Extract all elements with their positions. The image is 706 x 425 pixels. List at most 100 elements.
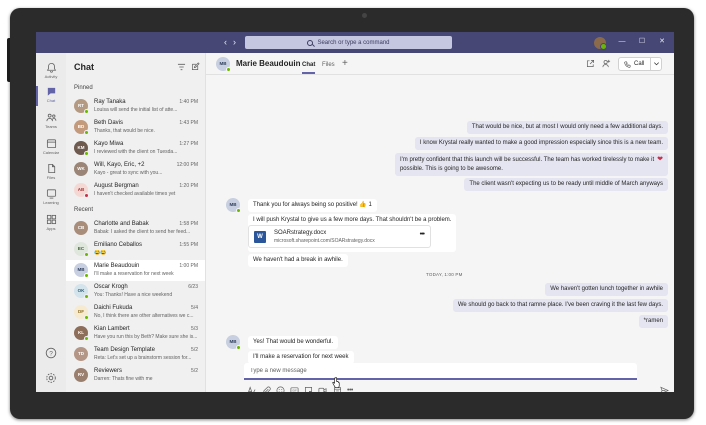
chat-item-marie-beaudouin[interactable]: MB Marie Beaudouin 1:00 PM I'll make a r… xyxy=(66,260,205,281)
message-mine: We should go back to that ramne place. I… xyxy=(452,299,668,312)
chat-item-name: Reviewers xyxy=(94,368,123,374)
sender-avatar: MB xyxy=(226,198,241,213)
new-chat-icon[interactable] xyxy=(191,62,200,71)
chat-item-daichi-fukuda[interactable]: DF Daichi Fukuda 5/4 No, I think there a… xyxy=(66,302,205,323)
back-arrow-icon[interactable]: ‹ xyxy=(224,36,227,48)
chat-item-time: 5/4 xyxy=(191,305,198,311)
chat-item-ray-tanaka[interactable]: RT Ray Tanaka 1:40 PM Louisa will send t… xyxy=(66,96,205,117)
rail-item-apps[interactable]: Apps xyxy=(36,211,66,237)
tab-chat[interactable]: Chat xyxy=(302,62,316,74)
avatar: EC xyxy=(74,242,89,257)
camera xyxy=(362,13,367,18)
avatar: WK xyxy=(74,162,88,176)
rail-label: Activity xyxy=(44,74,58,79)
phone-icon xyxy=(624,61,631,68)
chat-item-emiliano-ceballos[interactable]: EC Emiliano Ceballos 1:55 PM 😂😂 xyxy=(66,239,205,260)
rail-item-files[interactable]: Files xyxy=(36,160,66,186)
filter-icon[interactable] xyxy=(177,63,186,71)
chat-item-time: 1:40 PM xyxy=(179,99,198,105)
help-icon[interactable]: ? xyxy=(45,347,57,359)
chat-item-name: Ray Tanaka xyxy=(94,99,126,105)
minimize-icon[interactable]: — xyxy=(616,37,628,47)
chat-item-august-bergman[interactable]: AB August Bergman 1:20 PM I haven't chec… xyxy=(66,180,205,201)
chat-item-kian-lambert[interactable]: KL Kian Lambert 5/3 Have you run this by… xyxy=(66,323,205,344)
message-mine: That would be nice, but at most I would … xyxy=(466,121,668,134)
format-icon[interactable] xyxy=(247,386,256,392)
bell-icon xyxy=(46,62,56,73)
chat-item-time: 5/2 xyxy=(191,347,198,353)
rail-label: Teams xyxy=(45,124,57,129)
word-file-icon: W xyxy=(254,231,266,243)
avatar: TD xyxy=(74,347,88,361)
user-avatar[interactable] xyxy=(594,37,607,50)
sticker-icon[interactable] xyxy=(304,386,313,392)
chat-item-name: Marie Beaudouin xyxy=(94,263,140,269)
svg-text:GIF: GIF xyxy=(292,389,297,392)
chat-item-preview: Reta: Let's set up a brainstorm session … xyxy=(94,355,192,361)
chat-item-time: 1:00 PM xyxy=(179,263,198,269)
svg-text:?: ? xyxy=(49,350,53,357)
chat-item-preview: Darren: Thats fine with me xyxy=(94,376,153,382)
divider xyxy=(650,58,651,70)
chat-item-preview: I'll make a reservation for next week xyxy=(94,271,174,277)
emoji-icon[interactable] xyxy=(276,386,285,392)
more-icon[interactable]: ••• xyxy=(347,386,356,392)
call-button[interactable]: Call xyxy=(618,57,662,71)
chat-item-name: August Bergman xyxy=(94,183,139,189)
contact-avatar[interactable]: MB xyxy=(216,57,231,72)
chat-item-name: Kian Lambert xyxy=(94,326,130,332)
rail-item-teams[interactable]: Teams xyxy=(36,109,66,135)
rail-label: Learning xyxy=(43,200,59,205)
chat-item-preview: Thanks, that would be nice. xyxy=(94,128,155,134)
rail-item-activity[interactable]: Activity xyxy=(36,59,66,85)
chat-item-beth-davis[interactable]: BD Beth Davis 1:43 PM Thanks, that would… xyxy=(66,117,205,138)
message-theirs: We haven't had a break in awhile. xyxy=(248,254,348,267)
add-people-icon[interactable] xyxy=(602,59,611,68)
chat-item-time: 12:00 PM xyxy=(176,162,198,168)
file-attachment[interactable]: W SOARstrategy.docx microsoft.sharepoint… xyxy=(248,225,431,248)
close-icon[interactable]: ✕ xyxy=(656,37,668,47)
chat-item-team-design-template[interactable]: TD Team Design Template 5/2 Reta: Let's … xyxy=(66,344,205,365)
forward-arrow-icon[interactable]: › xyxy=(233,36,236,48)
chat-item-kayo-miwa[interactable]: KM Kayo Miwa 1:27 PM I reviewed with the… xyxy=(66,138,205,159)
rail-label: Files xyxy=(46,175,56,180)
message-mine: I'm pretty confident that this launch wi… xyxy=(394,153,668,176)
chat-item-oscar-krogh[interactable]: OK Oscar Krogh 6/23 You: Thanks! Have a … xyxy=(66,281,205,302)
settings-icon[interactable] xyxy=(45,372,57,384)
call-label: Call xyxy=(634,61,645,67)
chat-item-group-will-kayo-eric[interactable]: WK Will, Kayo, Eric, +2 12:00 PM Kayo - … xyxy=(66,159,205,180)
message-input[interactable] xyxy=(244,363,637,378)
chat-item-name: Team Design Template xyxy=(94,347,155,353)
meet-now-icon[interactable] xyxy=(318,386,327,392)
teams-icon xyxy=(46,113,56,122)
avatar: KM xyxy=(74,141,89,156)
rail-label: Apps xyxy=(46,226,56,231)
attach-icon[interactable] xyxy=(262,386,271,392)
rail-item-calendar[interactable]: Calendar xyxy=(36,135,66,161)
avatar: AB xyxy=(74,183,89,198)
chevron-down-icon[interactable] xyxy=(653,60,660,67)
search-bar[interactable]: Search or type a command xyxy=(245,36,452,49)
more-options-icon[interactable]: ••• xyxy=(420,231,425,238)
gif-icon[interactable]: GIF xyxy=(290,386,299,392)
chat-item-time: 1:20 PM xyxy=(179,183,198,189)
send-icon[interactable] xyxy=(660,386,669,392)
chat-item-preview: Babak: I asked the client to send her fe… xyxy=(94,229,191,235)
rail-item-learning[interactable]: Learning xyxy=(36,185,66,211)
chat-item-charlotte-and-babak[interactable]: CB Charlotte and Babak 1:58 PM Babak: I … xyxy=(66,218,205,239)
tab-files[interactable]: Files xyxy=(322,62,335,68)
rail-label: Calendar xyxy=(42,150,60,155)
chat-icon xyxy=(47,87,55,96)
rail-item-chat[interactable]: Chat xyxy=(36,83,66,109)
teams-app-window: ‹ › Search or type a command — ☐ ✕ Activ… xyxy=(36,32,674,392)
maximize-icon[interactable]: ☐ xyxy=(636,37,648,47)
learning-icon xyxy=(46,189,56,199)
add-tab-button[interactable]: + xyxy=(342,58,348,69)
chat-item-preview: Have you run this by Beth? Make sure she… xyxy=(94,334,198,340)
pop-out-icon[interactable] xyxy=(586,59,595,68)
chat-item-reviewers[interactable]: RV Reviewers 5/2 Darren: Thats fine with… xyxy=(66,365,205,386)
compose-box[interactable] xyxy=(244,363,637,380)
message-theirs: Yes! That would be wonderful. xyxy=(248,336,339,349)
chat-item-name: Charlotte and Babak xyxy=(94,221,149,227)
search-placeholder: Search or type a command xyxy=(317,39,390,46)
